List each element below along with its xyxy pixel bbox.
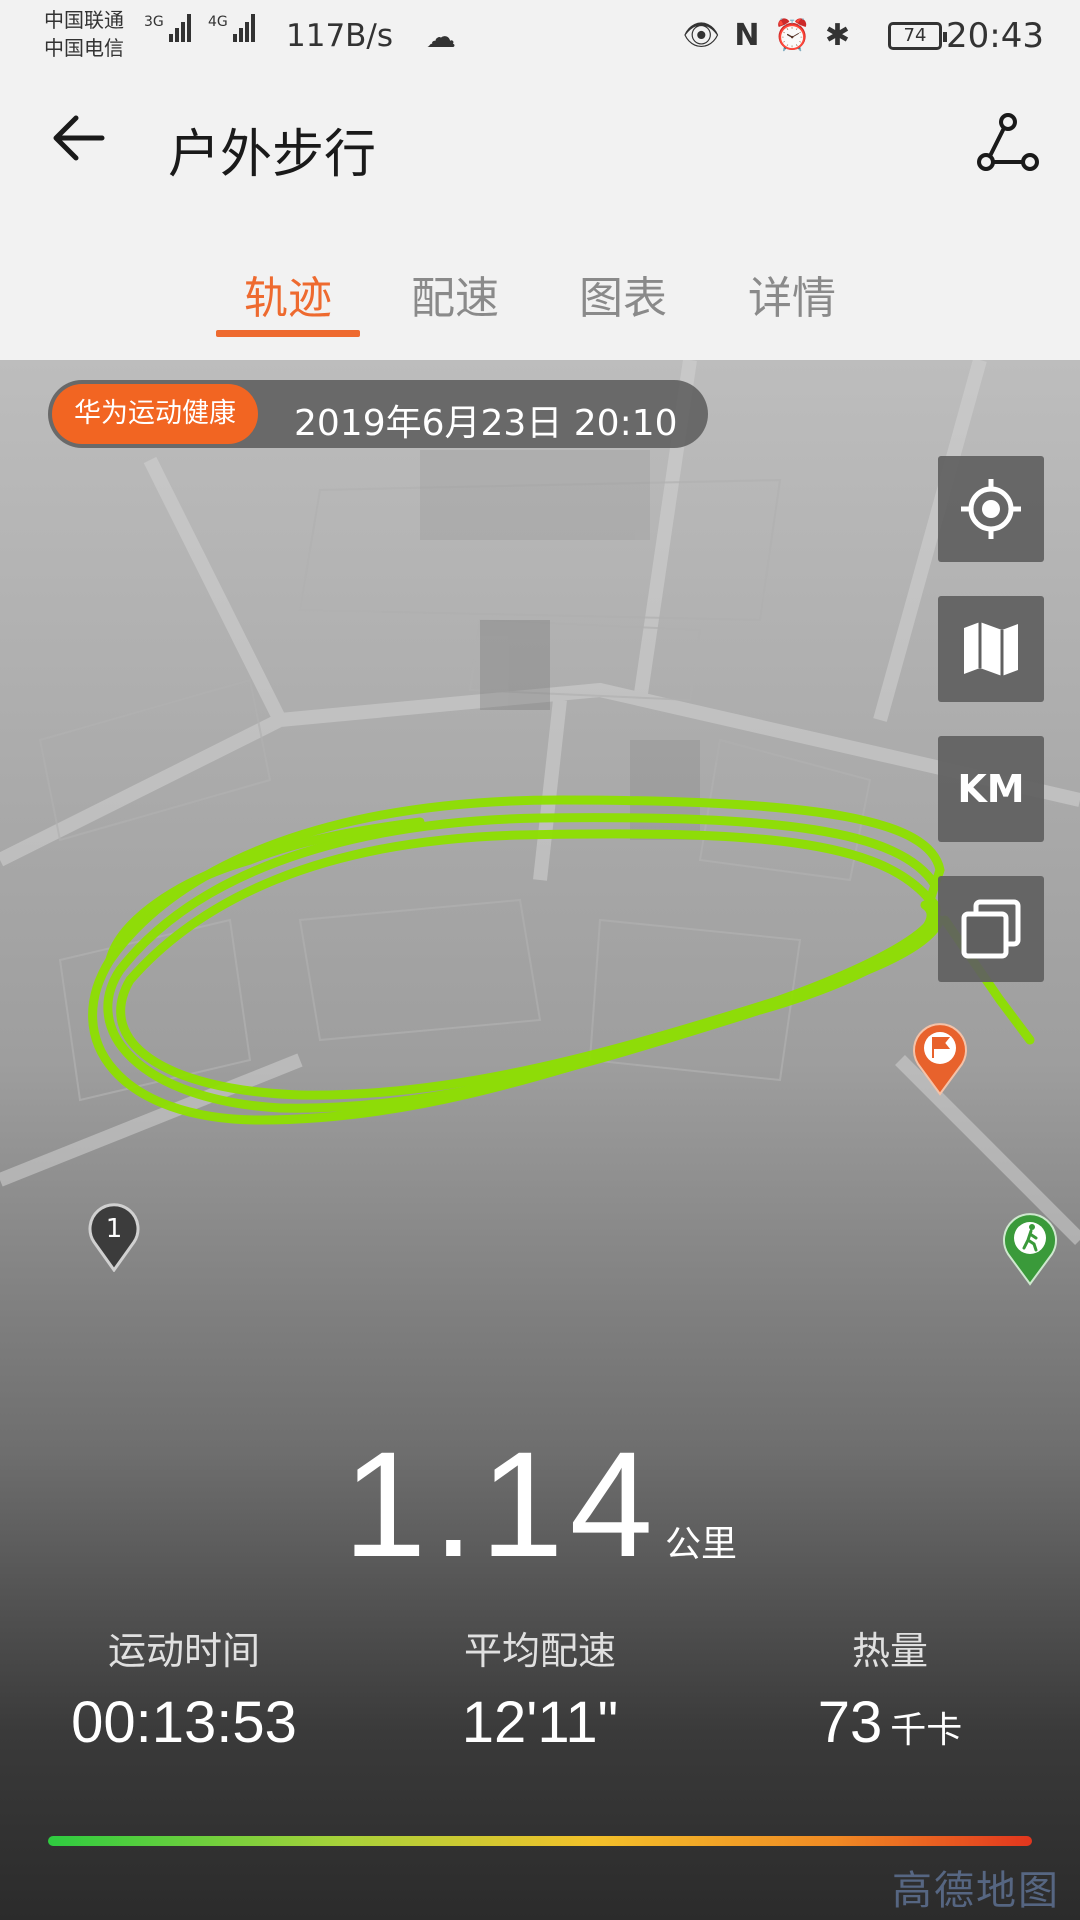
stat-avg-pace: 平均配速 12'11" [380,1620,700,1756]
distance-unit: 公里 [664,1524,737,1565]
map-icon [964,622,1018,676]
distance-summary: 1.14 公里 [0,1418,1080,1591]
gps-track [88,795,1035,1125]
stat-label: 运动时间 [107,1629,260,1673]
tab-active-indicator [216,330,360,337]
stat-calories: 热量 73 千卡 [730,1620,1050,1756]
map-type-button[interactable] [938,596,1044,702]
tab-track[interactable]: 轨迹 [213,262,363,326]
tab-pace[interactable]: 配速 [380,262,530,326]
lap-marker[interactable]: 1 [86,1202,142,1276]
net-type-2: 4G [208,14,228,30]
locate-button[interactable] [938,456,1044,562]
page-title: 户外步行 [168,125,377,185]
tab-details[interactable]: 详情 [717,262,867,326]
workout-source-pill: 华为运动健康 2019年6月23日 20:10 [48,380,708,448]
stat-value: 12'11" [461,1690,619,1755]
end-flag-marker[interactable] [910,1020,970,1100]
stat-label: 热量 [851,1629,928,1673]
battery-icon: 74 [888,22,947,50]
route-share-icon[interactable] [976,110,1040,174]
km-button[interactable]: KM [938,736,1044,842]
stat-value: 00:13:53 [71,1690,297,1755]
nfc-icon: N [734,18,760,53]
walker-icon [1003,1213,1057,1286]
signal-4g-icon: 4G [208,14,257,42]
workout-datetime: 2019年6月23日 20:10 [294,403,678,444]
weather-icon: ☁ [426,20,456,55]
map-view[interactable]: 华为运动健康 2019年6月23日 20:10 KM 1 1.14 公里 运动时… [0,360,1080,1920]
locate-icon [961,479,1021,539]
layers-button[interactable] [938,876,1044,982]
network-speed: 117B/s [286,18,394,54]
stat-unit: 千卡 [890,1709,963,1750]
carrier-1: 中国联通 [44,8,124,32]
carrier-names: 中国联通 中国电信 [44,6,124,62]
flag-icon [913,1023,967,1096]
map-provider-watermark: 高德地图 [892,1868,1060,1914]
stat-label: 平均配速 [463,1629,616,1673]
pace-color-legend [48,1836,1032,1846]
carrier-2: 中国电信 [44,36,124,60]
bluetooth-icon: ✱ [824,18,850,53]
app-bar: 户外步行 [0,76,1080,216]
stat-duration: 运动时间 00:13:53 [24,1620,344,1756]
lap-marker-label: 1 [105,1214,123,1244]
start-walk-marker[interactable] [1000,1210,1060,1290]
tab-bar: 轨迹 配速 图表 详情 [0,216,1080,360]
tab-chart[interactable]: 图表 [548,262,698,326]
system-icons: 👁 N ⏰ ✱ [682,18,850,53]
clock: 20:43 [946,16,1044,56]
distance-value: 1.14 [343,1420,659,1588]
eye-icon: 👁 [682,18,721,53]
battery-level: 74 [903,25,927,46]
back-arrow-icon[interactable] [48,108,108,168]
alarm-icon: ⏰ [773,18,811,53]
signal-3g-icon: 3G [144,14,193,42]
status-bar: 中国联通 中国电信 3G 4G 117B/s ☁ 👁 N ⏰ ✱ 74 20:4… [0,0,1080,76]
layers-icon [961,899,1021,959]
brand-badge: 华为运动健康 [52,384,258,444]
net-type-1: 3G [144,14,164,30]
stat-value: 73 千卡 [817,1690,963,1755]
